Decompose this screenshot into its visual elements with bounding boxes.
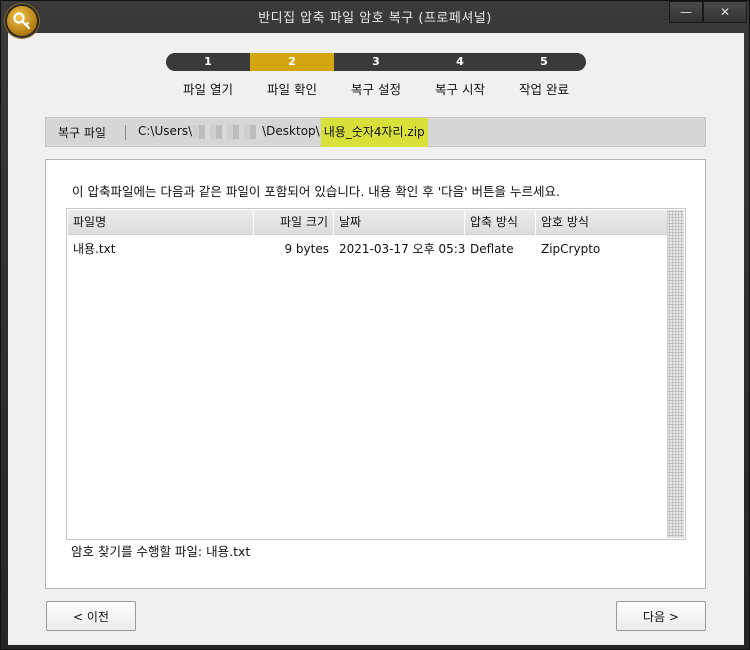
column-header-method[interactable]: 압축 방식 [465, 210, 536, 235]
file-list-header: 파일명 파일 크기 날짜 압축 방식 암호 방식 [68, 210, 667, 235]
step-labels: 파일 열기 파일 확인 복구 설정 복구 시작 작업 완료 [166, 79, 586, 98]
path-prefix: C:\Users\ [138, 124, 193, 138]
cell-size: 9 bytes [284, 242, 329, 256]
vertical-scrollbar[interactable] [667, 210, 684, 538]
key-icon[interactable] [5, 4, 39, 38]
path-middle: \Desktop\ [262, 124, 320, 138]
close-button[interactable]: ✕ [703, 1, 747, 23]
minimize-button[interactable]: — [669, 1, 703, 23]
next-button[interactable]: 다음 > [616, 601, 706, 631]
step-5-label: 작업 완료 [519, 82, 569, 97]
minimize-icon: — [680, 5, 692, 19]
cell-name: 내용.txt [73, 242, 116, 256]
recovery-file-label: 복구 파일 [58, 126, 106, 140]
step-3-number: 3 [372, 55, 380, 68]
close-icon: ✕ [719, 5, 731, 19]
file-check-panel: 이 압축파일에는 다음과 같은 파일이 포함되어 있습니다. 내용 확인 후 '… [45, 159, 706, 589]
redacted-username [193, 125, 262, 139]
target-file-text: 암호 찾기를 수행할 파일: 내용.txt [71, 544, 251, 559]
step-3-label: 복구 설정 [351, 82, 401, 97]
column-header-size[interactable]: 파일 크기 [254, 210, 334, 235]
title-bar[interactable]: 반디집 압축 파일 암호 복구 (프로페셔널) — ✕ [1, 1, 749, 38]
step-4-label: 복구 시작 [435, 82, 485, 97]
file-list[interactable]: 파일명 파일 크기 날짜 압축 방식 암호 방식 내용.txt 9 bytes … [66, 208, 686, 540]
step-2-label: 파일 확인 [267, 82, 317, 97]
step-2-number: 2 [250, 53, 334, 71]
step-1-number: 1 [204, 55, 212, 68]
previous-button[interactable]: < 이전 [46, 601, 136, 631]
client-area: 1 2 3 4 5 파일 열기 파일 확인 복구 설정 복구 시작 작업 완료 … [8, 33, 744, 645]
step-1-label: 파일 열기 [183, 82, 233, 97]
cell-encryption: ZipCrypto [541, 242, 601, 256]
path-filename: 내용_숫자4자리.zip [320, 118, 428, 147]
cell-method: Deflate [470, 242, 514, 256]
divider [125, 125, 126, 140]
cell-date: 2021-03-17 오후 05:39 [339, 242, 465, 256]
recovery-file-path: C:\Users\ \Desktop\ 내용_숫자4자리.zip [138, 118, 428, 147]
instruction-text: 이 압축파일에는 다음과 같은 파일이 포함되어 있습니다. 내용 확인 후 '… [72, 184, 561, 199]
column-header-date[interactable]: 날짜 [334, 210, 465, 235]
app-window: 반디집 압축 파일 암호 복구 (프로페셔널) — ✕ 1 2 3 4 5 파일… [0, 0, 750, 650]
step-progress-bar: 1 2 3 4 5 [166, 53, 586, 71]
table-row[interactable]: 내용.txt 9 bytes 2021-03-17 오후 05:39 Defla… [68, 239, 667, 259]
recovery-file-bar: 복구 파일 C:\Users\ \Desktop\ 내용_숫자4자리.zip [45, 117, 706, 147]
column-header-encryption[interactable]: 암호 방식 [536, 210, 667, 235]
step-5-number: 5 [540, 55, 548, 68]
step-4-number: 4 [456, 55, 464, 68]
window-title: 반디집 압축 파일 암호 복구 (프로페셔널) [258, 11, 492, 26]
column-header-name[interactable]: 파일명 [68, 210, 254, 235]
